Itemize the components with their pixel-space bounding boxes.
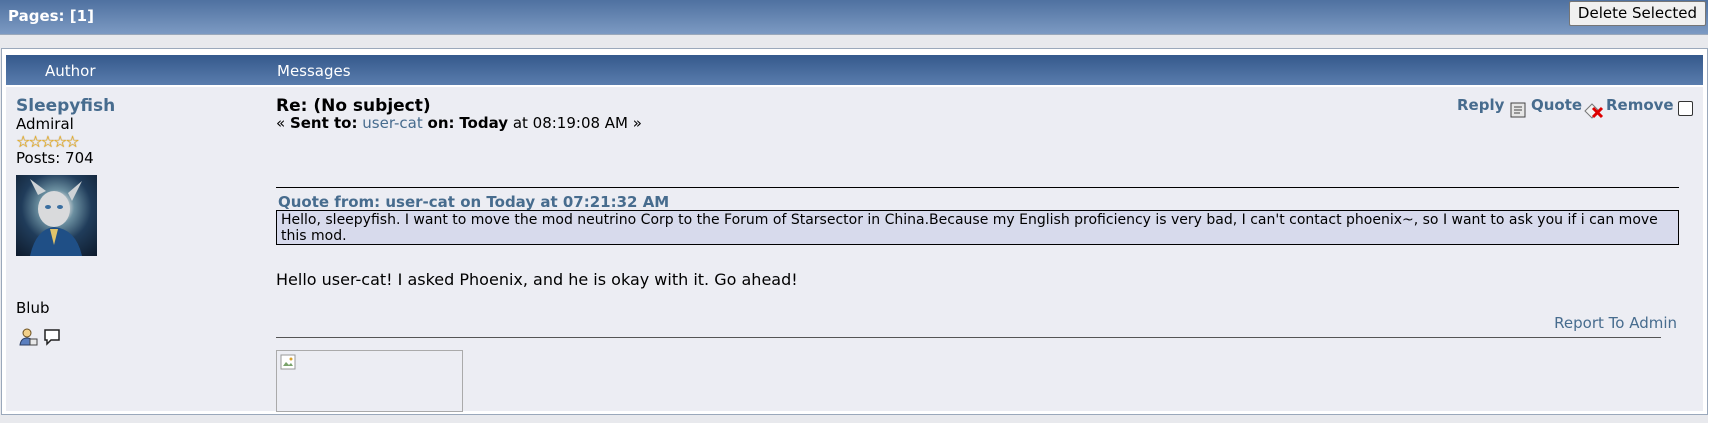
remove-icon[interactable] (1584, 102, 1604, 120)
sent-prefix: « (276, 114, 290, 132)
quote-icon[interactable] (1510, 102, 1526, 118)
sent-info: « Sent to: user-cat on: Today at 08:19:0… (276, 114, 642, 132)
header-divider (276, 187, 1679, 188)
speech-bubble-icon[interactable] (42, 327, 62, 347)
messages-column-header: Messages (277, 62, 351, 80)
quote-link[interactable]: Quote (1531, 96, 1582, 114)
quote-header-link[interactable]: Quote from: user-cat on Today at 07:21:3… (278, 193, 669, 211)
pagination-bar: Pages: [1] Delete Selected (0, 0, 1708, 35)
page-margin (1708, 0, 1735, 423)
author-post-count: Posts: 704 (16, 149, 94, 167)
message-subject: Re: (No subject) (276, 96, 431, 116)
delete-selected-button[interactable]: Delete Selected (1568, 1, 1706, 26)
on-label: on: (427, 114, 455, 132)
author-name-link[interactable]: Sleepyfish (16, 96, 115, 116)
messages-table: Author Messages Sleepyfish Admiral ☆☆☆☆☆… (1, 48, 1708, 415)
avatar (16, 175, 97, 256)
signature-image (276, 350, 463, 412)
personal-text: Blub (16, 299, 50, 317)
author-rank: Admiral (16, 115, 74, 133)
broken-image-icon (280, 354, 296, 370)
recipient-link[interactable]: user-cat (362, 114, 423, 132)
select-message-checkbox[interactable] (1678, 101, 1693, 116)
message-body: Hello user-cat! I asked Phoenix, and he … (276, 270, 798, 289)
reply-link[interactable]: Reply (1457, 96, 1504, 114)
quote-block: Hello, sleepyfish. I want to move the mo… (276, 210, 1679, 245)
sent-date: Today (459, 114, 509, 132)
pages-label: Pages: [1] (8, 7, 94, 25)
author-column-header: Author (45, 62, 96, 80)
message-row: Sleepyfish Admiral ☆☆☆☆☆ Posts: 704 Blub… (6, 87, 1703, 412)
message-actions: Reply Quote Remove (1457, 96, 1697, 119)
profile-icon[interactable] (18, 327, 38, 347)
sent-time: at 08:19:08 AM » (508, 114, 642, 132)
remove-link[interactable]: Remove (1606, 96, 1674, 114)
table-header: Author Messages (6, 55, 1703, 85)
sent-to-label: Sent to: (289, 114, 358, 132)
signature-divider (276, 337, 1661, 338)
report-to-admin-link[interactable]: Report To Admin (1554, 314, 1677, 332)
